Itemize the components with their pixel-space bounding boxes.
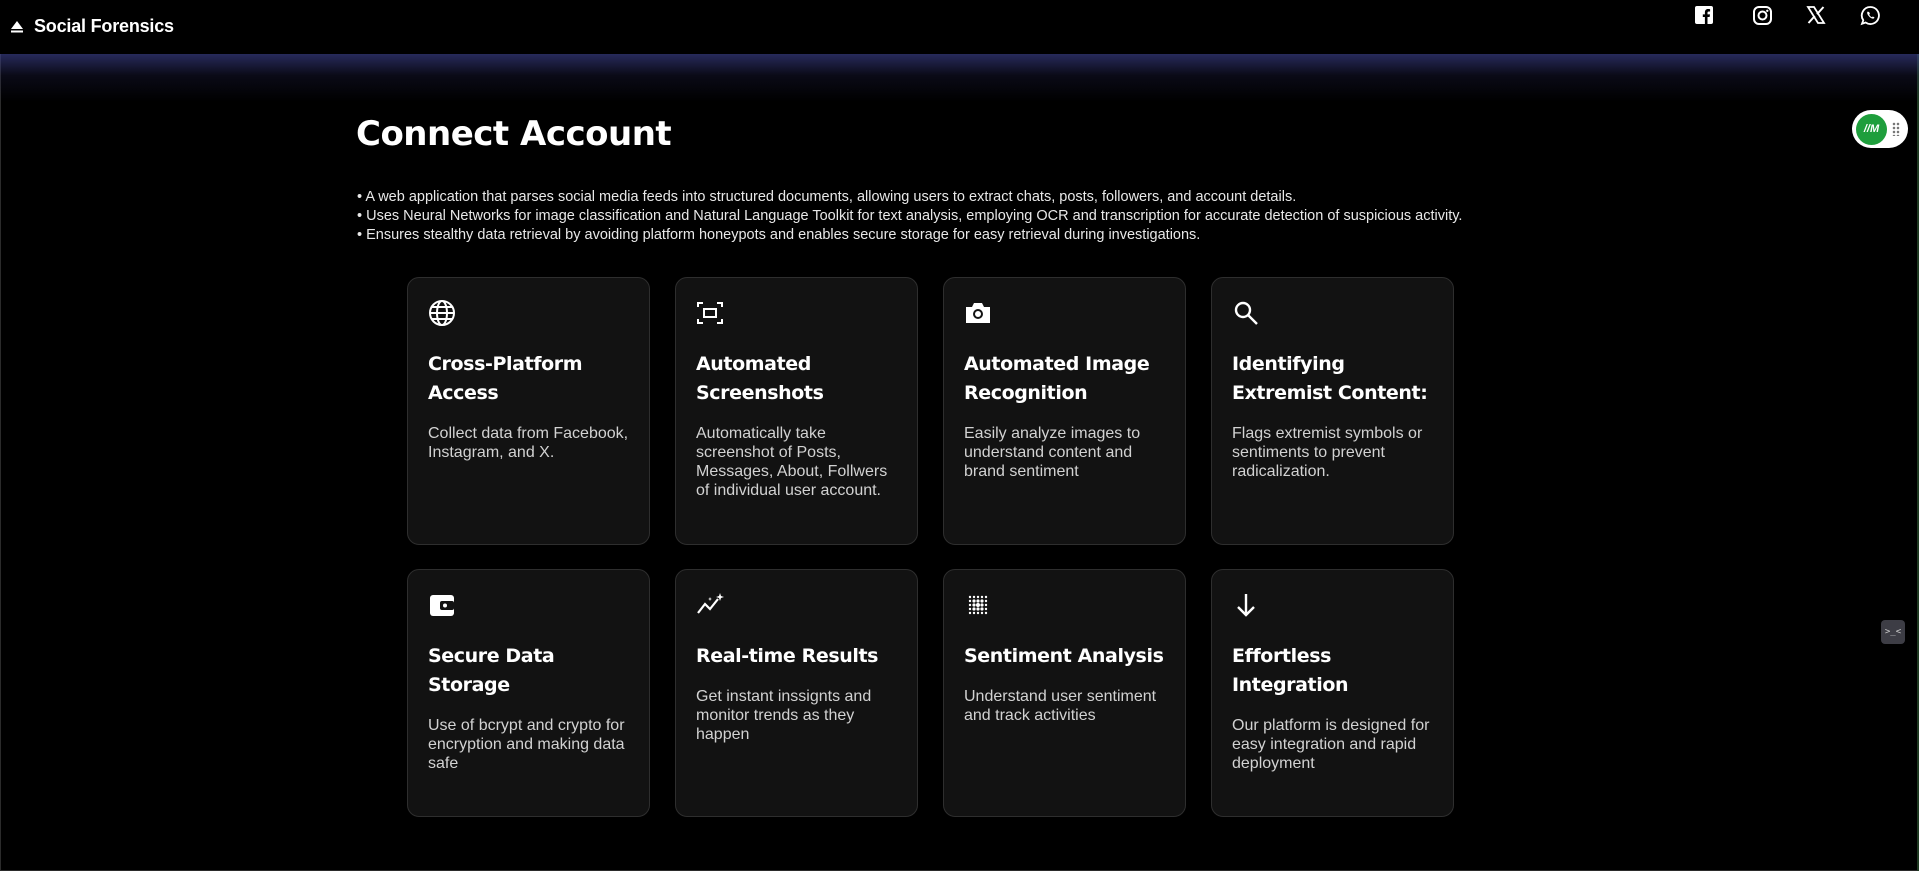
- description-item: A web application that parses social med…: [357, 188, 1462, 207]
- extension-logo: //M: [1856, 113, 1887, 145]
- search-icon: [1232, 298, 1262, 328]
- globe-icon: [428, 298, 458, 328]
- side-assistant-badge[interactable]: >_<: [1881, 620, 1905, 644]
- screenshot-frame-icon: [696, 298, 726, 328]
- wallet-icon: [428, 590, 458, 620]
- feature-card-extremist-content: Identifying Extremist Content: Flags ext…: [1211, 277, 1454, 545]
- feature-title: Effortless Integration: [1232, 645, 1349, 696]
- feature-description: Automatically take screenshot of Posts, …: [696, 425, 888, 499]
- feature-title: Automated Image Recognition: [964, 353, 1150, 404]
- feature-description: Understand user sentiment and track acti…: [964, 688, 1157, 724]
- drag-handle-icon[interactable]: [1892, 122, 1900, 136]
- trend-sparkle-icon: [696, 590, 726, 620]
- feature-title: Identifying Extremist Content:: [1232, 353, 1428, 404]
- instagram-icon[interactable]: [1750, 3, 1774, 27]
- whatsapp-icon[interactable]: [1858, 3, 1882, 27]
- description-item: Ensures stealthy data retrieval by avoid…: [357, 226, 1462, 245]
- feature-title: Secure Data Storage: [428, 645, 555, 696]
- description-list: A web application that parses social med…: [357, 188, 1462, 245]
- camera-icon: [964, 298, 994, 328]
- page-title: Connect Account: [356, 114, 672, 154]
- top-navbar: Social Forensics: [0, 0, 1919, 54]
- extension-toggle[interactable]: //M: [1852, 110, 1908, 148]
- brand-title: Social Forensics: [34, 16, 174, 36]
- feature-card-image-recognition: Automated Image Recognition Easily analy…: [943, 277, 1186, 545]
- feature-card-integration: Effortless Integration Our platform is d…: [1211, 569, 1454, 817]
- feature-card-realtime: Real-time Results Get instant inssignts …: [675, 569, 918, 817]
- feature-title: Sentiment Analysis: [964, 645, 1164, 667]
- feature-title: Cross-Platform Access: [428, 353, 583, 404]
- feature-card-cross-platform: Cross-Platform Access Collect data from …: [407, 277, 650, 545]
- feature-card-screenshots: Automated Screenshots Automatically take…: [675, 277, 918, 545]
- dot-grid-icon: [964, 590, 994, 620]
- feature-grid: Cross-Platform Access Collect data from …: [407, 277, 1454, 817]
- feature-card-secure-storage: Secure Data Storage Use of bcrypt and cr…: [407, 569, 650, 817]
- facebook-icon[interactable]: [1692, 3, 1716, 27]
- feature-description: Collect data from Facebook, Instagram, a…: [428, 425, 629, 461]
- feature-description: Flags extremist symbols or sentiments to…: [1232, 425, 1423, 480]
- brand[interactable]: Social Forensics: [8, 16, 174, 37]
- eject-triangle-icon: [8, 18, 26, 36]
- description-item: Uses Neural Networks for image classific…: [357, 207, 1462, 226]
- feature-description: Easily analyze images to understand cont…: [964, 425, 1141, 480]
- feature-description: Use of bcrypt and crypto for encryption …: [428, 717, 625, 772]
- header-glow: [0, 54, 1919, 102]
- feature-description: Get instant inssignts and monitor trends…: [696, 688, 872, 743]
- x-icon[interactable]: [1804, 3, 1828, 27]
- feature-title: Real-time Results: [696, 645, 879, 667]
- arrow-down-icon: [1232, 590, 1262, 620]
- feature-title: Automated Screenshots: [696, 353, 824, 404]
- feature-card-sentiment: Sentiment Analysis Understand user senti…: [943, 569, 1186, 817]
- feature-description: Our platform is designed for easy integr…: [1232, 717, 1430, 772]
